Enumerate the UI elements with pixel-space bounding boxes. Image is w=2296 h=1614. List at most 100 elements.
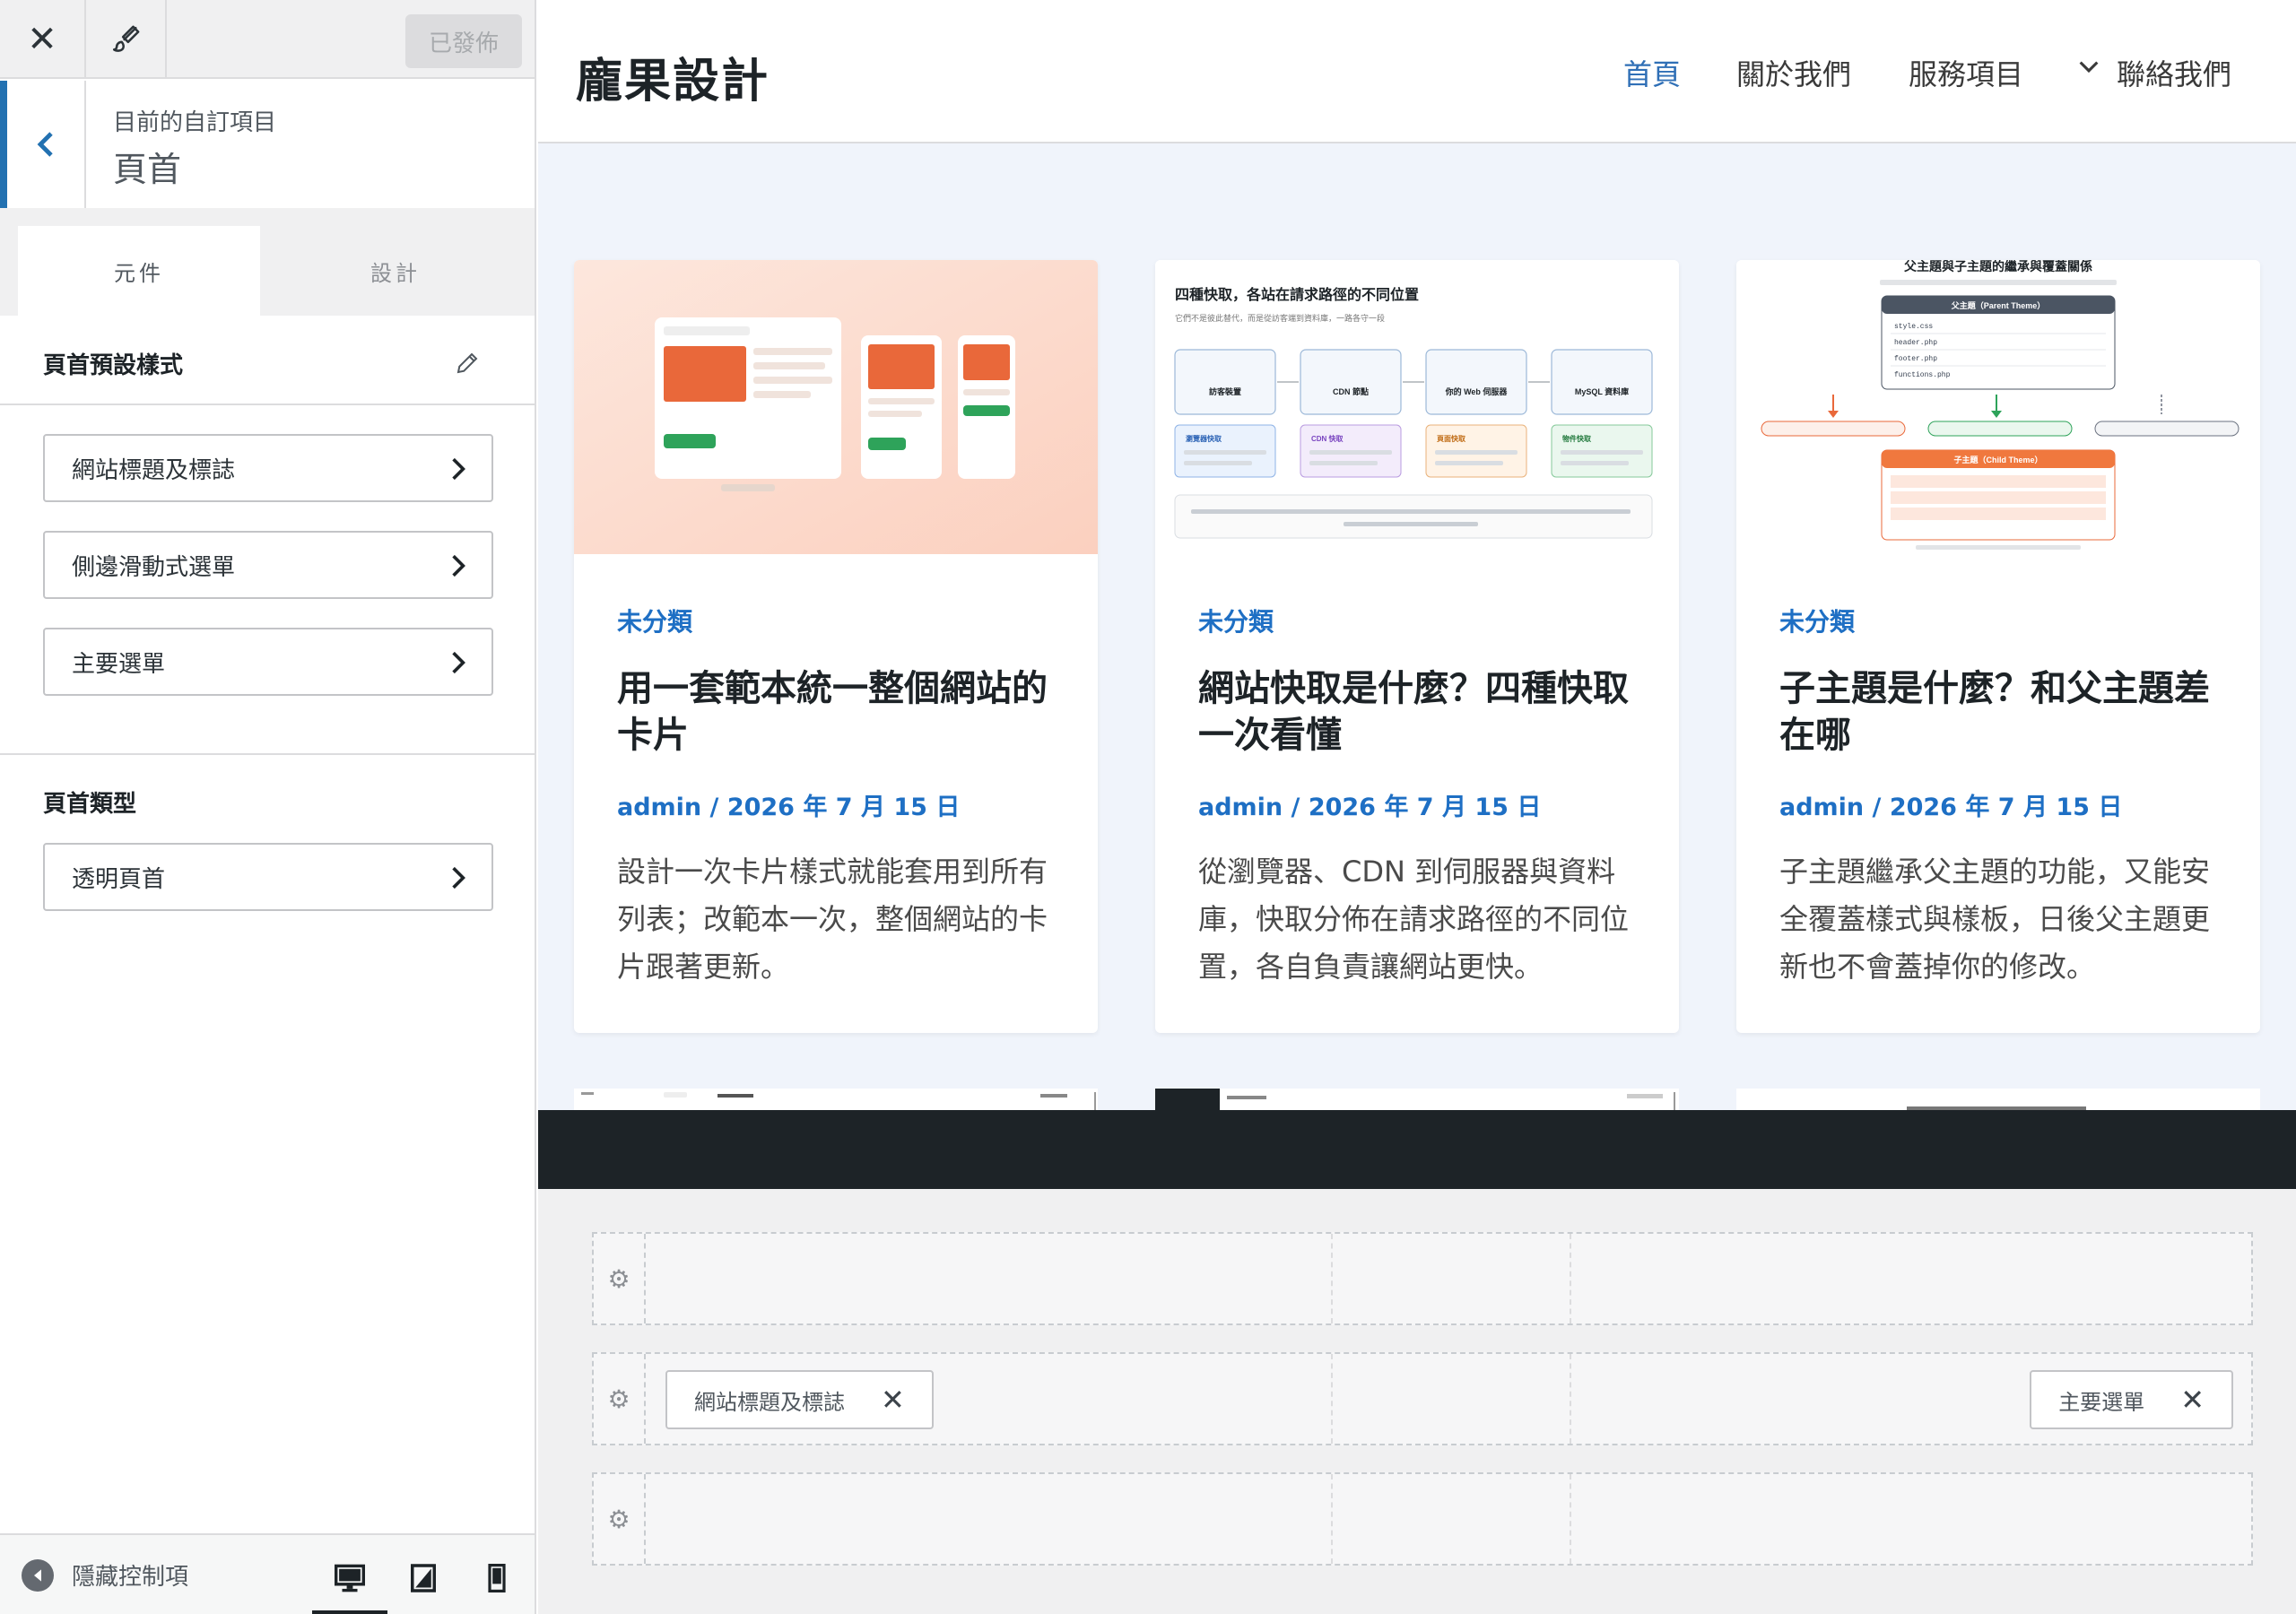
back-button[interactable] [0,81,86,208]
post-category[interactable]: 未分類 [1198,603,1274,638]
menu-item-contact[interactable]: 聯絡我們 [2117,52,2231,93]
post-category[interactable]: 未分類 [617,603,692,638]
thumb-child-label: 子主題（Child Theme） [1953,455,2042,464]
preview-tablet-button[interactable] [396,1551,450,1605]
customizer-topbar: ✕ 已發佈 [0,0,535,79]
header-builder: ⚙ ⚙ 網站標題及標誌 ✕ 主要選單 ✕ ⚙ [538,1189,2296,1614]
post-card-peek [574,1089,1098,1110]
thumb-heading: 父主題與子主題的繼承與覆蓋關係 [1903,260,2092,273]
section-subtitle: 目前的自訂項目 [113,109,277,136]
chevron-left-icon [37,132,53,157]
post-excerpt: 設計一次卡片樣式就能套用到所有列表；改範本一次，整個網站的卡片跟著更新。 [617,855,1048,984]
tab-design[interactable]: 設計 [274,226,517,316]
chevron-right-icon [452,866,465,889]
post-excerpt: 子主題繼承父主題的功能，又能安全覆蓋樣式與樣板，日後父主題更新也不會蓋掉你的修改… [1779,855,2211,984]
site-header: 龐果設計 首頁 關於我們 服務項目 聯絡我們 [538,0,2296,143]
thumb-cache: 頁面快取 [1437,434,1465,443]
nav-offcanvas-menu[interactable]: 側邊滑動式選單 [43,531,493,599]
thumb-file: footer.php [1894,355,1937,363]
thumb-cache: 物件快取 [1562,434,1591,443]
post-meta[interactable]: admin / 2026 年 7 月 15 日 [1779,787,2122,822]
header-presets-group: 頁首預設樣式 [0,323,535,405]
tab-elements[interactable]: 元件 [18,226,260,316]
chevron-down-icon[interactable] [2079,61,2099,74]
thumb-parent-label: 父主題（Parent Theme） [1951,300,2046,310]
post-thumbnail[interactable] [574,260,1098,554]
remove-icon[interactable]: ✕ [881,1383,905,1417]
close-customizer-button[interactable]: ✕ [0,0,86,79]
thumb-file: header.php [1894,339,1937,347]
mobile-icon [488,1564,506,1592]
customizer-sidebar: ✕ 已發佈 目前的自訂項目 頁首 元件 設計 頁首預設樣式 網站標題及標誌 側邊… [0,0,536,1614]
section-title: 頁首 [113,150,182,189]
site-preview: 龐果設計 首頁 關於我們 服務項目 聯絡我們 未分類 用一套範本統一整個網站的卡… [538,0,2296,1614]
thumb-node: CDN 節點 [1333,386,1369,396]
post-card[interactable]: 四種快取，各站在請求路徑的不同位置 它們不是彼此替代，而是從訪客端到資料庫，一路… [1155,260,1679,1033]
post-title[interactable]: 網站快取是什麼？四種快取一次看懂 [1198,665,1647,759]
post-excerpt: 從瀏覽器、CDN 到伺服器與資料庫，快取分佈在請求路徑的不同位置，各自負責讓網站… [1198,855,1630,984]
gear-icon: ⚙ [607,1504,631,1534]
post-card-peek [1736,1089,2260,1110]
header-presets-title: 頁首預設樣式 [43,351,184,379]
thumb-file: style.css [1894,323,1933,331]
tablet-icon [411,1564,436,1592]
header-type-title: 頁首類型 [43,791,137,818]
nav-item-label: 側邊滑動式選單 [72,553,236,581]
nav-primary-menu[interactable]: 主要選單 [43,628,493,696]
builder-item-label: 主要選單 [2058,1389,2145,1415]
nav-site-title-logo[interactable]: 網站標題及標誌 [43,434,493,502]
post-card[interactable]: 未分類 用一套範本統一整個網站的卡片 admin / 2026 年 7 月 15… [574,260,1098,1033]
brush-icon [112,25,140,52]
post-thumbnail[interactable]: 父主題與子主題的繼承與覆蓋關係 父主題（Parent Theme） style.… [1736,260,2260,554]
preview-mobile-button[interactable] [470,1551,524,1605]
builder-row-bottom[interactable]: ⚙ [592,1472,2253,1566]
desktop-icon [335,1564,365,1592]
post-meta[interactable]: admin / 2026 年 7 月 15 日 [1198,787,1541,822]
row-settings-button[interactable]: ⚙ [594,1354,646,1444]
builder-item-primary-menu[interactable]: 主要選單 ✕ [2030,1370,2233,1429]
thumb-cache: 瀏覽器快取 [1185,434,1222,443]
thumb-node: MySQL 資料庫 [1575,386,1629,396]
row-settings-button[interactable]: ⚙ [594,1234,646,1323]
post-title[interactable]: 子主題是什麼？和父主題差在哪 [1779,665,2228,759]
post-card[interactable]: 父主題與子主題的繼承與覆蓋關係 父主題（Parent Theme） style.… [1736,260,2260,1033]
customizer-footer: 隱藏控制項 [0,1533,535,1614]
collapse-icon [22,1558,54,1592]
active-device-indicator [312,1610,387,1614]
post-title[interactable]: 用一套範本統一整個網站的卡片 [617,665,1065,759]
thumb-heading: 四種快取，各站在請求路徑的不同位置 [1175,286,1419,303]
thumb-cache: CDN 快取 [1311,434,1344,443]
customize-brush-button[interactable] [86,0,167,79]
hide-controls-button[interactable]: 隱藏控制項 [22,1558,188,1592]
chevron-right-icon [452,457,465,481]
post-category[interactable]: 未分類 [1779,603,1855,638]
pencil-icon[interactable] [454,350,481,377]
menu-item-services[interactable]: 服務項目 [1909,52,2023,93]
gear-icon: ⚙ [607,1263,631,1294]
builder-item-label: 網站標題及標誌 [694,1389,845,1415]
thumb-subheading: 它們不是彼此替代，而是從訪客端到資料庫，一路各守一段 [1175,313,1385,323]
row-settings-button[interactable]: ⚙ [594,1474,646,1564]
post-thumbnail[interactable]: 四種快取，各站在請求路徑的不同位置 它們不是彼此替代，而是從訪客端到資料庫，一路… [1155,260,1679,554]
publish-button[interactable]: 已發佈 [405,14,522,68]
remove-icon[interactable]: ✕ [2180,1383,2205,1417]
nav-transparent-header[interactable]: 透明頁首 [43,843,493,911]
site-title[interactable]: 龐果設計 [576,43,770,110]
builder-row-top[interactable]: ⚙ [592,1232,2253,1325]
preview-desktop-button[interactable] [323,1551,377,1605]
section-header: 目前的自訂項目 頁首 [0,81,535,208]
builder-item-site-title-logo[interactable]: 網站標題及標誌 ✕ [665,1370,934,1429]
menu-item-home[interactable]: 首頁 [1623,52,1681,93]
nav-item-label: 透明頁首 [72,865,166,893]
tabs-bar: 元件 設計 [0,208,535,316]
menu-item-about[interactable]: 關於我們 [1736,52,1851,93]
builder-header-bar [538,1110,2296,1189]
builder-row-main[interactable]: ⚙ 網站標題及標誌 ✕ 主要選單 ✕ [592,1352,2253,1445]
thumb-node: 你的 Web 伺服器 [1445,386,1509,396]
header-type-group: 頁首類型 [0,753,535,843]
nav-item-label: 網站標題及標誌 [72,456,236,484]
gear-icon: ⚙ [607,1384,631,1414]
thumb-file: functions.php [1894,371,1951,379]
chevron-right-icon [452,554,465,577]
post-meta[interactable]: admin / 2026 年 7 月 15 日 [617,787,960,822]
